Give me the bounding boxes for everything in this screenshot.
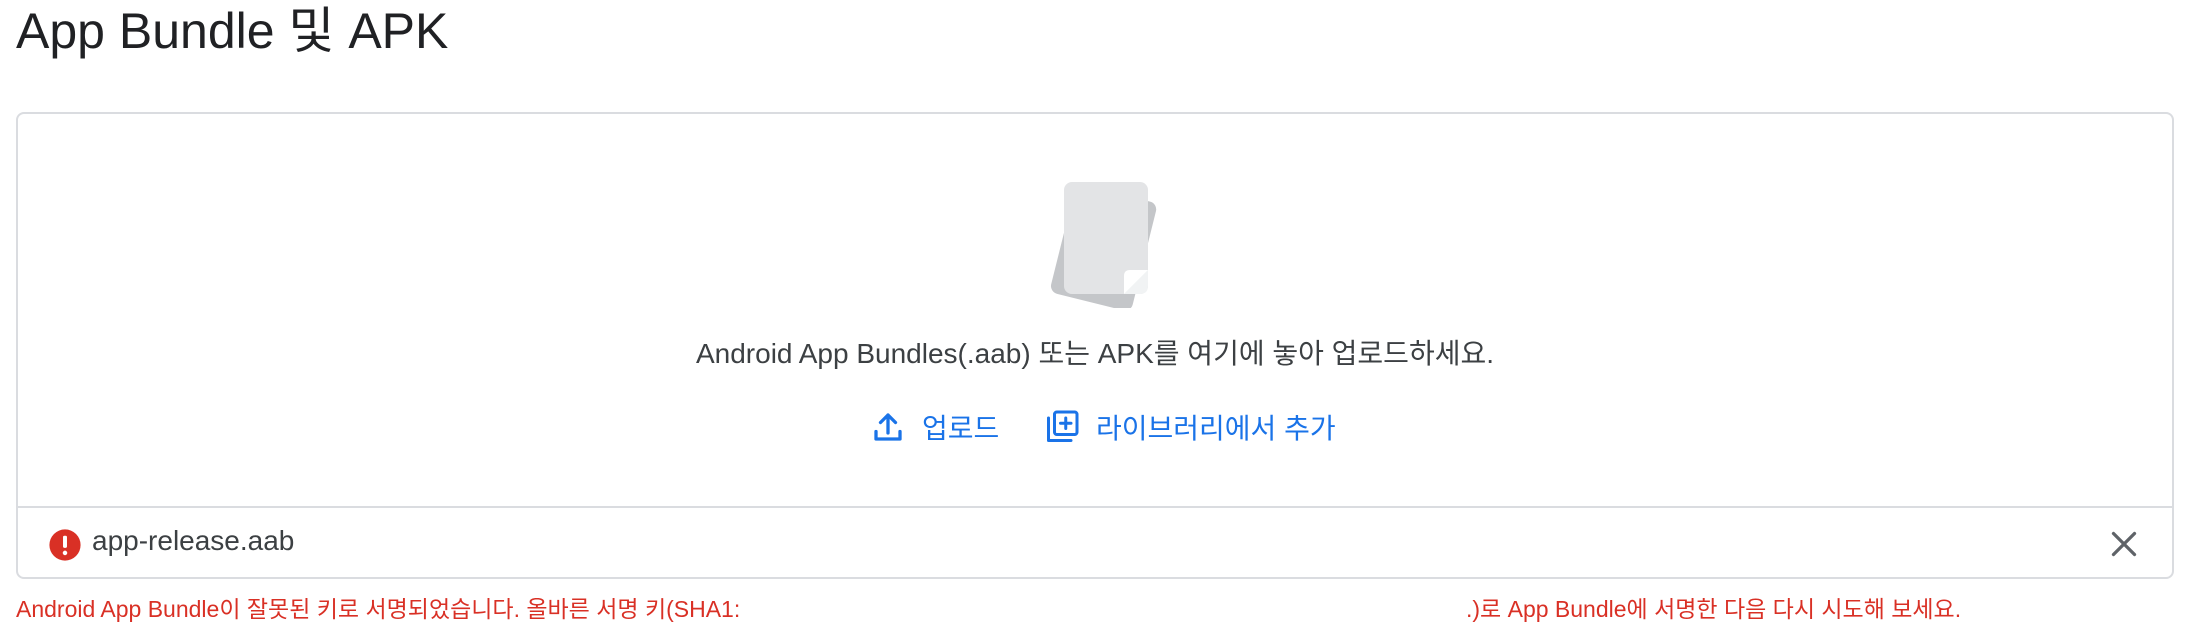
upload-label: 업로드 — [922, 413, 1000, 444]
drop-instructions: Android App Bundles(.aab) 또는 APK를 여기에 놓아… — [695, 338, 1495, 369]
error-message-end: .)로 App Bundle에 서명한 다음 다시 시도해 보세요. — [1466, 596, 1962, 622]
page-title: App Bundle 및 APK — [16, 3, 449, 59]
upload-card: Android App Bundles(.aab) 또는 APK를 여기에 놓아… — [16, 112, 2174, 579]
close-icon[interactable] — [2106, 526, 2142, 562]
upload-icon — [870, 409, 906, 445]
add-from-library-button[interactable]: 라이브러리에서 추가 — [1044, 402, 1336, 452]
document-stack-icon — [1050, 182, 1157, 308]
error-icon — [49, 529, 81, 561]
drop-zone[interactable]: Android App Bundles(.aab) 또는 APK를 여기에 놓아… — [18, 114, 2172, 506]
library-label: 라이브러리에서 추가 — [1096, 413, 1336, 444]
file-name: app-release.aab — [92, 525, 295, 556]
upload-button[interactable]: 업로드 — [870, 402, 999, 452]
upload-actions: 업로드 라이브러리에서 추가 — [18, 402, 2172, 452]
error-message-start: Android App Bundle이 잘못된 키로 서명되었습니다. 올바른 … — [16, 596, 741, 622]
library-add-icon — [1044, 409, 1080, 445]
file-row: app-release.aab — [18, 508, 2172, 579]
